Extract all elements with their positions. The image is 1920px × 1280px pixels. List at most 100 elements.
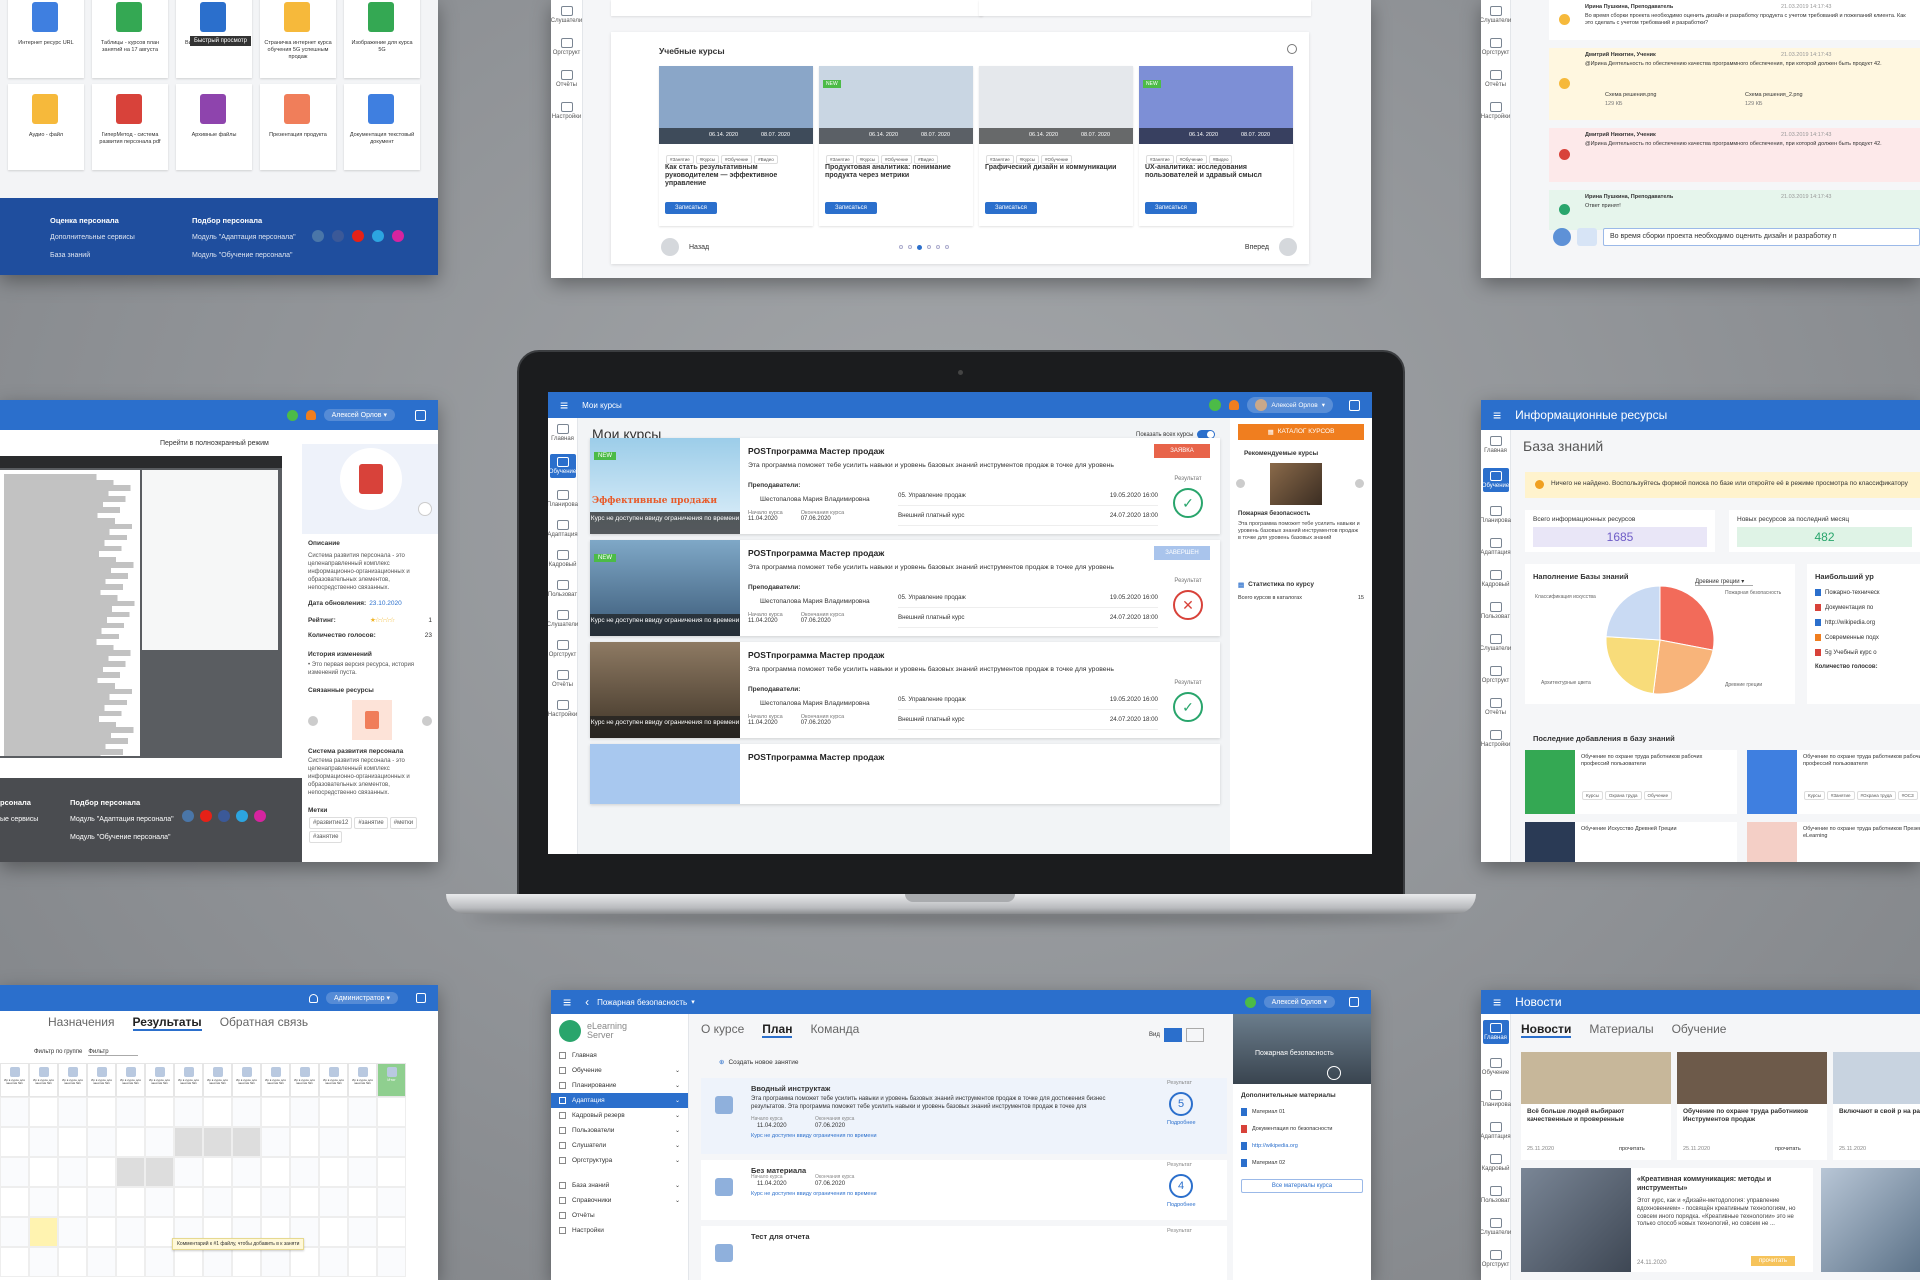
grid-column-header[interactable]: Ир в курсе для занятия №1 xyxy=(290,1063,319,1097)
rail-item[interactable]: Оргструкт xyxy=(549,640,576,658)
grid-cell[interactable] xyxy=(174,1097,203,1127)
grid-cell[interactable] xyxy=(319,1127,348,1157)
footer-link[interactable]: База знаний xyxy=(50,252,90,259)
grid-cell[interactable] xyxy=(58,1127,87,1157)
feature-card[interactable]: «Креативная коммуникация: методы и инстр… xyxy=(1521,1168,1813,1272)
file-tile[interactable]: Документация текстовый документ xyxy=(344,84,420,170)
grid-cell[interactable] xyxy=(348,1157,377,1187)
pager-dot[interactable] xyxy=(917,245,922,250)
read-link[interactable]: прочитать xyxy=(1619,1146,1645,1152)
rail-item[interactable]: Кадровый xyxy=(1482,570,1509,588)
instagram-icon[interactable] xyxy=(254,810,266,822)
grid-cell[interactable] xyxy=(203,1157,232,1187)
grid-cell[interactable] xyxy=(87,1187,116,1217)
footer-link[interactable]: Модуль "Адаптация персонала" xyxy=(192,234,296,241)
tag[interactable]: #Курсы xyxy=(855,155,880,164)
grid-cell[interactable] xyxy=(87,1217,116,1247)
rail-item[interactable]: Кадровый xyxy=(1482,1154,1509,1172)
chat-input[interactable]: Во время сборки проекта необходимо оцени… xyxy=(1603,228,1920,246)
facebook-icon[interactable] xyxy=(218,810,230,822)
grid-cell[interactable] xyxy=(58,1157,87,1187)
grid-cell[interactable] xyxy=(377,1097,406,1127)
grid-cell[interactable] xyxy=(261,1247,290,1277)
grid-cell[interactable] xyxy=(174,1157,203,1187)
pie-slice[interactable] xyxy=(1659,585,1715,651)
grid-cell[interactable] xyxy=(377,1157,406,1187)
enroll-button[interactable]: Записаться xyxy=(665,202,717,214)
news-card[interactable]: Всё больше людей выбирают качественные и… xyxy=(1521,1052,1671,1160)
enroll-button[interactable]: Записаться xyxy=(1145,202,1197,214)
tag[interactable]: Охрана труда xyxy=(1604,791,1642,800)
file-tile[interactable]: Интернет ресурс URL xyxy=(8,0,84,78)
grid-cell[interactable] xyxy=(116,1097,145,1127)
grid-cell[interactable] xyxy=(116,1217,145,1247)
pager-dot[interactable] xyxy=(908,245,912,249)
youtube-icon[interactable] xyxy=(200,810,212,822)
forward-button[interactable]: Вперед xyxy=(1245,238,1297,256)
grid-column-header[interactable]: Ир в курсе для занятия №1 xyxy=(203,1063,232,1097)
grid-cell[interactable] xyxy=(261,1187,290,1217)
tag[interactable]: #Видео xyxy=(1208,155,1233,164)
details-link[interactable]: Подробнее xyxy=(1167,1120,1196,1126)
rail-item[interactable]: Оргструкт xyxy=(1482,666,1509,684)
most-item[interactable]: Документация по xyxy=(1815,604,1912,611)
grid-cell[interactable] xyxy=(0,1217,29,1247)
tag[interactable]: #Обучение xyxy=(881,155,913,164)
sidebar-item[interactable]: Главная xyxy=(551,1048,688,1063)
rail-item[interactable]: Отчёты xyxy=(1483,698,1509,716)
telegram-icon[interactable] xyxy=(236,810,248,822)
grid-cell[interactable] xyxy=(174,1247,203,1277)
enroll-button[interactable]: Записаться xyxy=(985,202,1037,214)
rail-item[interactable]: Главная xyxy=(1483,436,1509,454)
vk-icon[interactable] xyxy=(312,230,324,242)
read-button[interactable]: прочитать xyxy=(1751,1256,1796,1266)
bell-icon[interactable] xyxy=(305,410,316,420)
news-card[interactable]: Включают в свой р на растительной 25.11.2… xyxy=(1833,1052,1920,1160)
grid-cell[interactable] xyxy=(290,1127,319,1157)
grid-cell[interactable] xyxy=(348,1217,377,1247)
tag[interactable]: Курсы xyxy=(1804,791,1825,800)
footer-link[interactable]: Модуль "Обучение персонала" xyxy=(192,252,292,259)
tag[interactable]: #развитие12 xyxy=(309,817,353,830)
tag[interactable]: #Занятие xyxy=(1826,791,1855,800)
tag[interactable]: #Обучение xyxy=(721,155,753,164)
rail-item[interactable]: Настройки xyxy=(1481,102,1510,120)
tag[interactable]: #Занятие xyxy=(1146,155,1174,164)
tab-news[interactable]: Новости xyxy=(1521,1022,1572,1038)
grid-cell[interactable] xyxy=(145,1217,174,1247)
footer-link[interactable]: ые сервисы xyxy=(0,816,38,823)
sidebar-item[interactable]: Справочники ⌄ xyxy=(551,1193,688,1208)
rail-item[interactable]: Планирова xyxy=(1481,506,1511,524)
telegram-icon[interactable] xyxy=(372,230,384,242)
tab-plan[interactable]: План xyxy=(762,1022,793,1038)
file-tile[interactable]: Изображение для курса 5G xyxy=(344,0,420,78)
grid-column-header[interactable]: Ир в курсе для занятия №1 xyxy=(58,1063,87,1097)
list-view-icon[interactable] xyxy=(1163,1028,1182,1042)
status-icon[interactable] xyxy=(1244,996,1256,1008)
pager-dot[interactable] xyxy=(945,245,949,249)
course-card[interactable]: Курс не доступен ввиду ограничения по вр… xyxy=(590,540,1220,636)
rail-item[interactable]: Отчёты xyxy=(550,670,576,688)
status-icon[interactable] xyxy=(1209,399,1222,411)
logout-icon[interactable] xyxy=(1349,399,1360,411)
pie-slice[interactable] xyxy=(1605,636,1661,695)
grid-cell[interactable] xyxy=(319,1217,348,1247)
grid-cell[interactable] xyxy=(87,1127,116,1157)
rail-item[interactable]: Настройки xyxy=(1481,730,1510,748)
footer-link[interactable]: Дополнительные сервисы xyxy=(50,234,135,241)
back-icon[interactable]: ‹ xyxy=(585,995,589,1009)
grid-cell[interactable] xyxy=(319,1187,348,1217)
lesson-item[interactable]: Тест для отчета Результат xyxy=(701,1226,1227,1280)
lesson-item[interactable]: Вводный инструктаж Эта программа поможет … xyxy=(701,1078,1227,1154)
grid-column-header[interactable]: Ир в курсе для занятия №1 xyxy=(116,1063,145,1097)
pager-dot[interactable] xyxy=(899,245,903,249)
grid-cell[interactable] xyxy=(29,1247,58,1277)
module-row[interactable]: 05. Управление продаж 19.05.2020 16:00 xyxy=(898,690,1158,710)
grid-cell[interactable] xyxy=(0,1187,29,1217)
rail-item[interactable]: Адаптация xyxy=(1481,538,1511,556)
recent-item[interactable]: Обучение по охране труда работников рабо… xyxy=(1747,750,1920,814)
module-row[interactable]: Внешний платный курс 24.07.2020 18:00 xyxy=(898,608,1158,628)
recent-item[interactable]: Обучение по охране труда работников През… xyxy=(1747,822,1920,862)
module-row[interactable]: Внешний платный курс 24.07.2020 18:00 xyxy=(898,710,1158,730)
grid-cell[interactable] xyxy=(290,1247,319,1277)
